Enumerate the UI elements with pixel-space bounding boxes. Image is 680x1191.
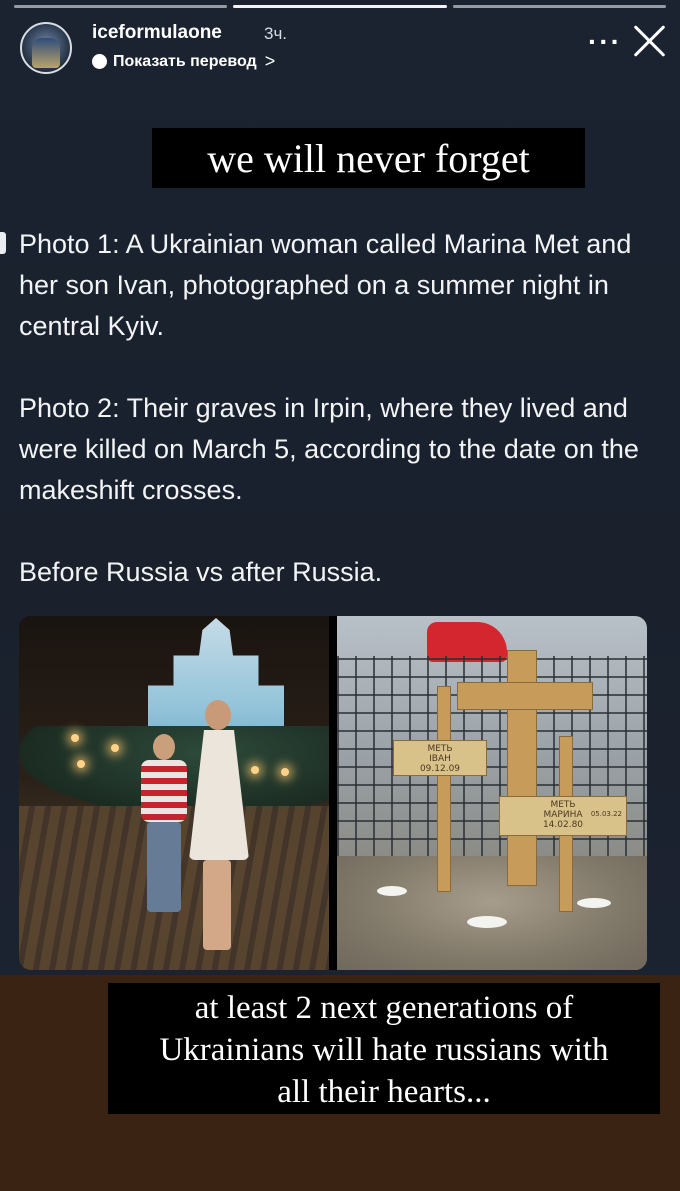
photo-collage: МЕТЬ ІВАН 09.12.09 МЕТЬ МАРИНА 14.02.80 …: [19, 616, 647, 970]
woman-figure: [183, 700, 253, 950]
grave-plaque-marina: МЕТЬ МАРИНА 14.02.80 05.03.22: [499, 796, 627, 836]
paragraph-summary: Before Russia vs after Russia.: [19, 557, 383, 587]
avatar-figure: [32, 38, 60, 68]
avatar[interactable]: [20, 22, 72, 74]
boy-figure: [141, 734, 187, 944]
progress-segment: [452, 5, 666, 8]
headline-sticker: we will never forget: [152, 128, 585, 188]
caption-line: Ukrainians will hate russians with: [159, 1032, 609, 1068]
chevron-right-icon: >: [264, 51, 276, 71]
close-icon[interactable]: [632, 22, 666, 56]
street-lamp: [71, 734, 79, 742]
progress-segment-active: [233, 5, 447, 8]
snow-patch: [467, 916, 507, 928]
story-progress-bar: [14, 5, 666, 8]
caption-line: at least 2 next generations of: [194, 990, 574, 1026]
text-marker: [0, 232, 6, 254]
street-lamp: [281, 768, 289, 776]
caption-line: all their hearts...: [277, 1074, 491, 1110]
grave-plaque-ivan: МЕТЬ ІВАН 09.12.09: [393, 740, 487, 776]
story-header: iceformulaone 3ч. Показать перевод > ···: [20, 18, 666, 78]
grave-cross: [437, 686, 451, 892]
username[interactable]: iceformulaone: [92, 22, 222, 44]
paragraph-photo2: Photo 2: Their graves in Irpin, where th…: [19, 393, 639, 505]
street-lamp: [111, 744, 119, 752]
snow-patch: [377, 886, 407, 896]
grave-crossbar: [457, 682, 593, 710]
story-text: Photo 1: A Ukrainian woman called Marina…: [19, 224, 659, 634]
more-options-icon[interactable]: ···: [588, 28, 622, 56]
caption-sticker: at least 2 next generations of Ukrainian…: [108, 983, 660, 1114]
snow-patch: [577, 898, 611, 908]
progress-segment: [14, 5, 228, 8]
street-lamp: [77, 760, 85, 768]
post-time: 3ч.: [264, 24, 288, 43]
photo-graves: МЕТЬ ІВАН 09.12.09 МЕТЬ МАРИНА 14.02.80 …: [337, 616, 647, 970]
paragraph-photo1: Photo 1: A Ukrainian woman called Marina…: [19, 229, 632, 341]
show-translation-button[interactable]: Показать перевод >: [92, 51, 275, 72]
grave-mound: [337, 856, 647, 970]
show-translation-label: Показать перевод: [113, 52, 257, 70]
photo-mother-and-son: [19, 616, 329, 970]
translate-icon: [92, 54, 107, 69]
